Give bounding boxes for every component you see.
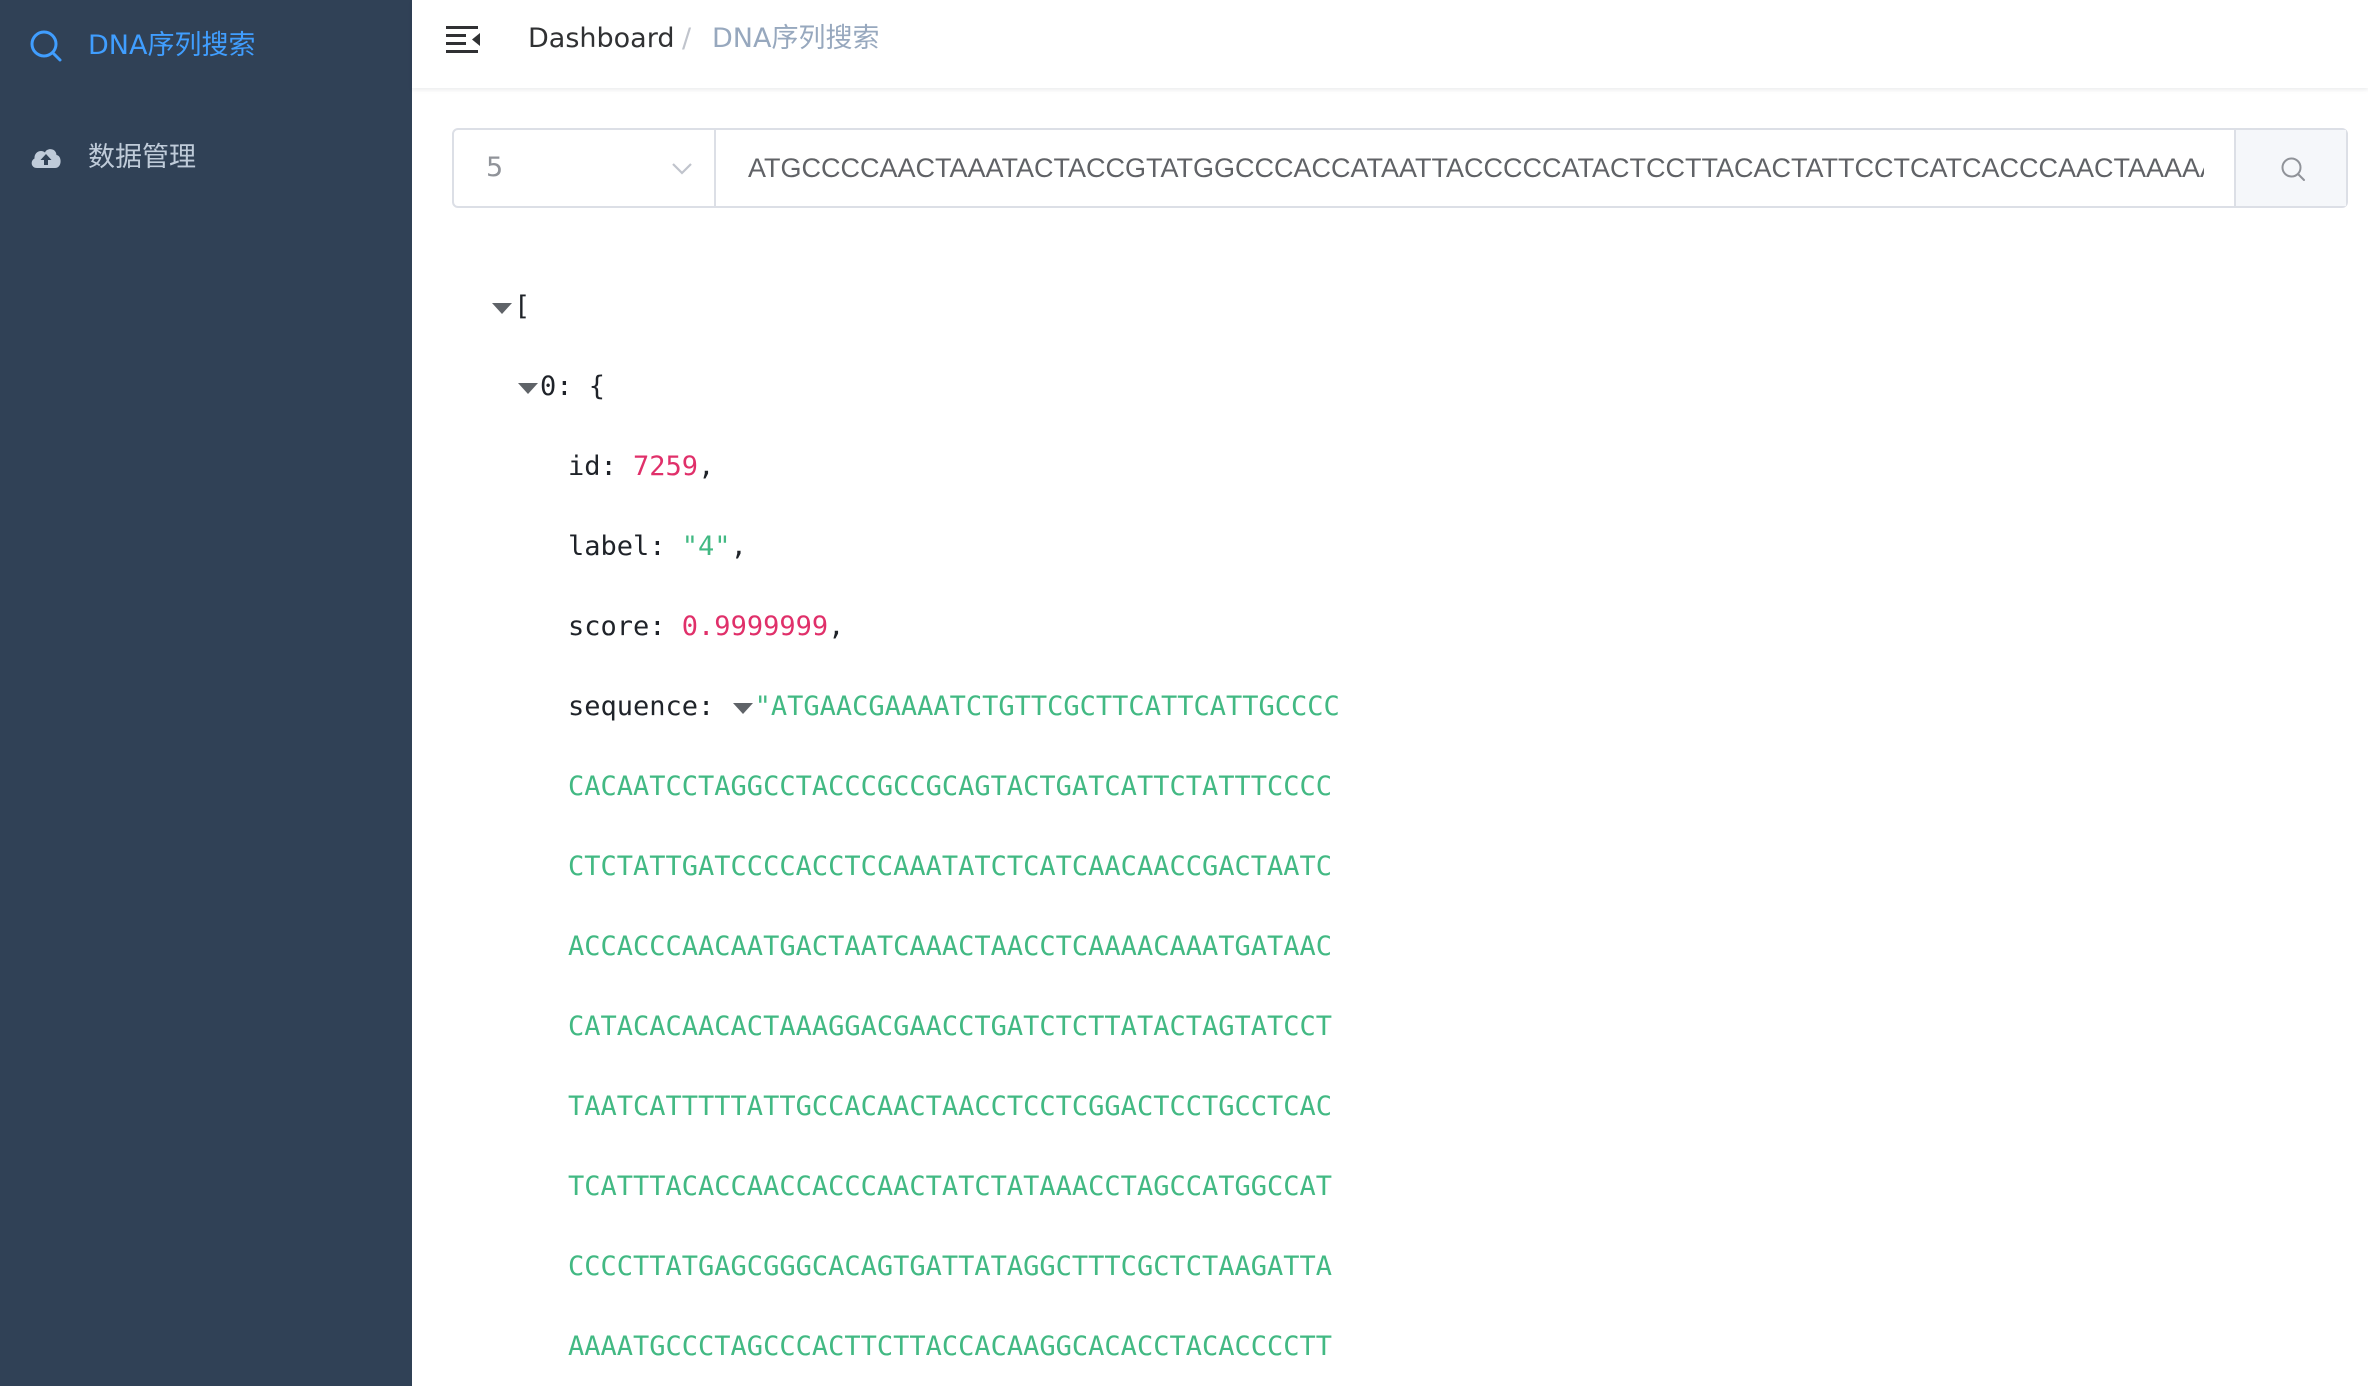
sidebar-item-dna-search[interactable]: DNA序列搜索: [0, 4, 412, 88]
search-icon: [2281, 157, 2305, 181]
sequence-line: AAAATGCCCTAGCCCACTTCTTACCACAAGGCACACCTAC…: [568, 1331, 1333, 1362]
collapse-toggle-icon[interactable]: [731, 687, 755, 727]
sidebar-item-label: 数据管理: [88, 142, 196, 173]
json-field-label: label: "4",: [568, 531, 747, 562]
collapse-toggle-icon[interactable]: [490, 287, 514, 327]
sidebar: DNA序列搜索 数据管理: [0, 0, 412, 1386]
sequence-line: TCATTTACACCAACCACCCAACTATCTATAAACCTAGCCA…: [568, 1171, 1333, 1202]
search-button[interactable]: [2234, 130, 2346, 206]
json-field-id: id: 7259,: [568, 451, 715, 482]
breadcrumb-dashboard[interactable]: Dashboard: [528, 20, 674, 58]
breadcrumb-separator: /: [682, 23, 692, 54]
sidebar-item-data-management[interactable]: 数据管理: [0, 116, 412, 200]
sequence-line: CATACACAACACTAAAGGACGAACCTGATCTCTTATACTA…: [568, 1011, 1333, 1042]
navbar: Dashboard / DNA序列搜索: [412, 0, 2368, 88]
json-root-line: [: [490, 287, 530, 327]
sequence-line: CTCTATTGATCCCCACCTCCAAATATCTCATCAACAACCG…: [568, 851, 1333, 882]
collapse-toggle-icon[interactable]: [516, 367, 540, 407]
json-field-score: score: 0.9999999,: [568, 611, 845, 642]
hamburger-icon[interactable]: [444, 22, 484, 58]
chevron-down-icon: [672, 163, 692, 175]
sidebar-item-label: DNA序列搜索: [88, 30, 256, 61]
sequence-search-input[interactable]: [718, 130, 2234, 206]
search-icon: [30, 30, 62, 62]
topk-select-value: 5: [486, 152, 504, 183]
topk-select[interactable]: 5: [454, 130, 716, 206]
sequence-line: CCCCTTATGAGCGGGCACAGTGATTATAGGCTTTCGCTCT…: [568, 1251, 1333, 1282]
breadcrumb-current: DNA序列搜索: [712, 23, 880, 54]
sequence-line: TAATCATTTTTATTGCCACAACTAACCTCCTCGGACTCCT…: [568, 1091, 1333, 1122]
cloud-upload-icon: [31, 149, 61, 168]
search-bar: 5: [452, 128, 2348, 208]
sequence-line: CACAATCCTAGGCCTACCCGCCGCAGTACTGATCATTCTA…: [568, 771, 1333, 802]
json-field-sequence: sequence: "ATGAACGAAAATCTGTTCGCTTCATTCAT…: [568, 687, 1340, 727]
json-item-line: 0: {: [516, 367, 605, 407]
sequence-line: ACCACCCAACAATGACTAATCAAACTAACCTCAAAACAAA…: [568, 931, 1333, 962]
